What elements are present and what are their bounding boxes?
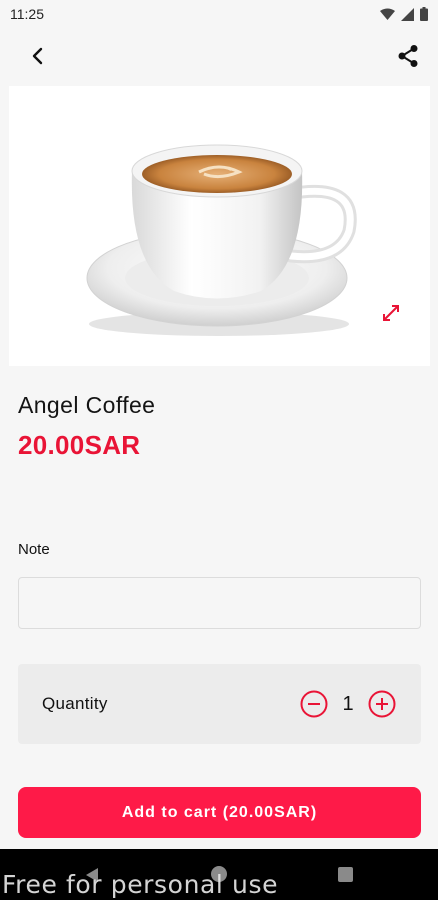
share-button[interactable] <box>392 40 424 72</box>
coffee-cup-photo <box>86 144 357 336</box>
note-label: Note <box>18 541 50 558</box>
expand-button[interactable] <box>378 300 404 326</box>
quantity-controls: 1 <box>299 689 397 719</box>
status-icons <box>380 7 428 21</box>
product-name: Angel Coffee <box>18 392 156 418</box>
recents-square-icon[interactable] <box>338 867 353 882</box>
product-image[interactable] <box>9 86 430 366</box>
quantity-value: 1 <box>342 692 354 715</box>
quantity-label: Quantity <box>42 694 108 713</box>
increase-quantity-button[interactable] <box>367 689 397 719</box>
add-to-cart-button[interactable]: Add to cart (20.00SAR) <box>18 787 421 838</box>
decrease-quantity-button[interactable] <box>299 689 329 719</box>
share-icon <box>398 45 418 67</box>
app-bar <box>0 28 438 84</box>
product-price: 20.00SAR <box>18 430 141 460</box>
battery-icon <box>420 7 428 21</box>
wifi-icon <box>380 8 395 20</box>
quantity-stepper: Quantity 1 <box>18 664 421 744</box>
plus-circle-icon <box>368 690 396 718</box>
minus-circle-icon <box>300 690 328 718</box>
watermark-text: Free for personal use <box>2 870 279 899</box>
note-input[interactable] <box>18 577 421 629</box>
status-time: 11:25 <box>10 6 44 22</box>
expand-icon <box>383 305 399 321</box>
back-button[interactable] <box>22 40 54 72</box>
chevron-left-icon <box>32 47 43 65</box>
status-bar: 11:25 <box>0 0 438 28</box>
signal-icon <box>401 7 414 21</box>
